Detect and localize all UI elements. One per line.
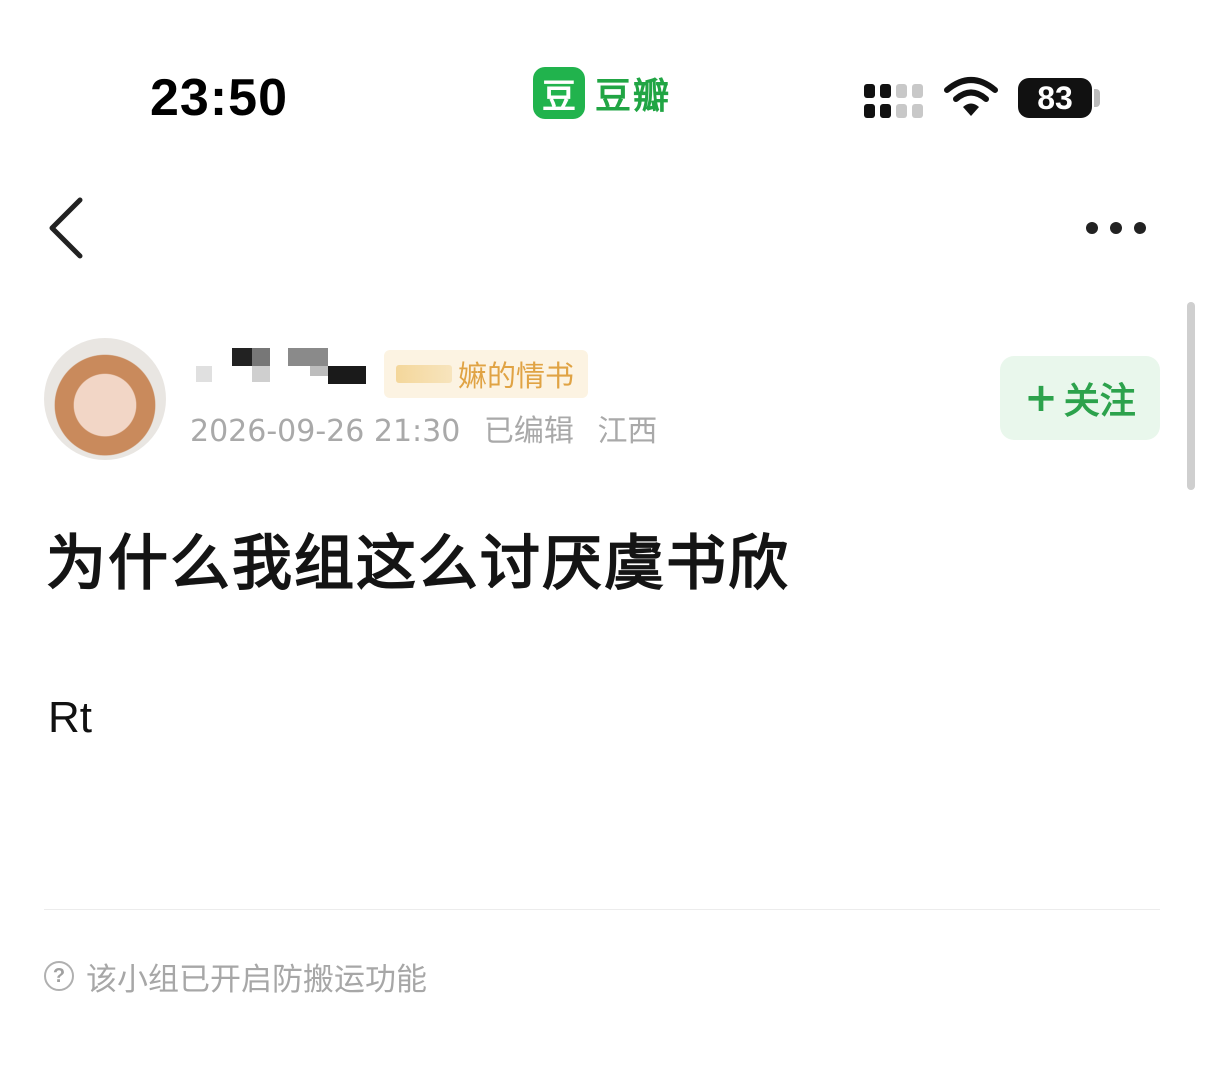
chevron-left-icon [49,197,83,259]
group-tag-pixelated [396,365,452,383]
follow-label: 关注 [1063,381,1136,422]
post-title: 为什么我组这么讨厌虞书欣 [46,529,790,599]
app-brand: 豆 豆瓣 [533,67,671,119]
notice-text: 该小组已开启防搬运功能 [86,961,427,998]
anti-repost-notice[interactable]: ? 该小组已开启防搬运功能 [44,954,427,998]
battery-icon: 83 [1018,78,1092,118]
post-body: Rt [48,693,92,742]
wifi-icon [944,77,998,116]
author-name-pixelated[interactable] [190,346,370,386]
post-location: 江西 [597,414,658,449]
more-button[interactable] [1080,210,1152,246]
edited-label: 已编辑 [483,414,574,449]
back-button[interactable] [40,192,100,264]
divider [44,909,1160,910]
cellular-signal-icon [864,78,924,118]
plus-icon: + [1024,375,1058,421]
status-time: 23:50 [150,69,288,127]
post-meta: 2026-09-26 21:30 已编辑 江西 [190,410,671,454]
help-icon: ? [44,961,74,991]
scrollbar[interactable] [1187,302,1195,490]
douban-logo-icon: 豆 [533,67,585,119]
group-tag-label: 嫲的情书 [458,359,575,393]
battery-tip [1094,89,1100,107]
author-avatar[interactable] [44,338,166,460]
group-tag[interactable]: 嫲的情书 [384,350,589,398]
post-date: 2026-09-26 21:30 [190,414,461,449]
post-page: 23:50 豆 豆瓣 83 嫲的情书 2026-09-26 21:30 已编辑 … [0,0,1206,1069]
more-dots-icon [1086,222,1146,234]
app-name: 豆瓣 [595,76,672,117]
follow-button[interactable]: + 关注 [1000,356,1160,440]
